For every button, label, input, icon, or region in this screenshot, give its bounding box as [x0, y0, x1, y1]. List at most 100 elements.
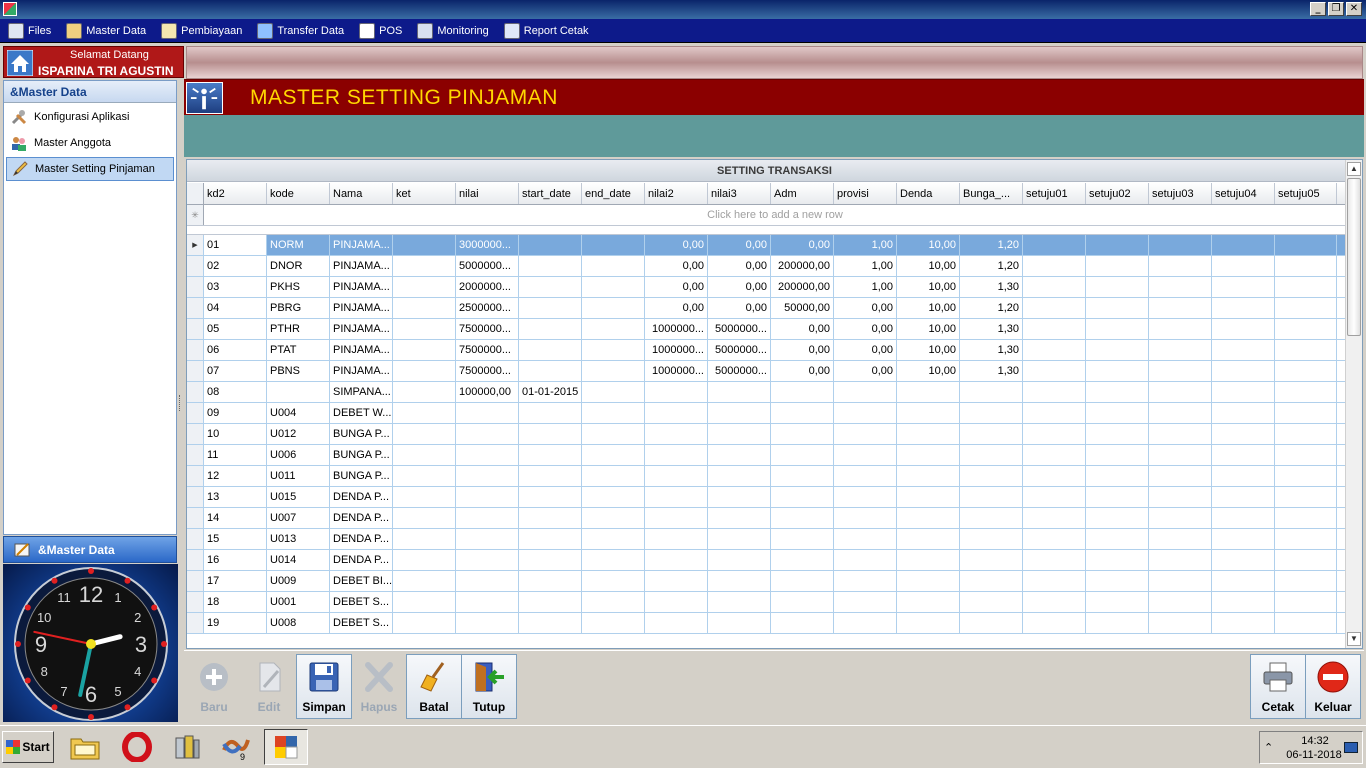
table-cell[interactable] [708, 529, 771, 549]
table-cell[interactable] [960, 571, 1023, 591]
table-cell[interactable] [771, 403, 834, 423]
row-header[interactable] [187, 382, 204, 402]
column-header[interactable]: nilai3 [708, 183, 771, 204]
table-cell[interactable]: 100000,00 [456, 382, 519, 402]
table-cell[interactable] [582, 340, 645, 360]
column-header[interactable]: provisi [834, 183, 897, 204]
table-cell[interactable] [1149, 277, 1212, 297]
column-header[interactable]: kode [267, 183, 330, 204]
table-cell[interactable] [897, 613, 960, 633]
row-header[interactable] [187, 571, 204, 591]
table-cell[interactable] [1149, 571, 1212, 591]
table-cell[interactable] [1086, 403, 1149, 423]
table-cell[interactable] [1149, 445, 1212, 465]
table-cell[interactable] [1275, 403, 1337, 423]
table-cell[interactable]: 0,00 [645, 298, 708, 318]
table-cell[interactable]: 0,00 [834, 361, 897, 381]
table-cell[interactable] [771, 592, 834, 612]
table-cell[interactable]: DENDA P... [330, 487, 393, 507]
table-cell[interactable]: 0,00 [708, 298, 771, 318]
table-cell[interactable] [582, 571, 645, 591]
table-cell[interactable]: DENDA P... [330, 529, 393, 549]
table-cell[interactable] [1023, 277, 1086, 297]
table-row[interactable]: 19 U008 DEBET S... [187, 613, 1347, 634]
simpan-button[interactable]: Simpan [296, 654, 352, 719]
table-cell[interactable] [645, 550, 708, 570]
table-row[interactable]: 03 PKHS PINJAMA... 2000000... 0,00 0,00 200000… [187, 277, 1347, 298]
table-cell[interactable] [582, 592, 645, 612]
table-cell[interactable]: 7500000... [456, 340, 519, 360]
table-cell[interactable]: 1000000... [645, 340, 708, 360]
row-header[interactable] [187, 466, 204, 486]
table-cell[interactable] [960, 424, 1023, 444]
table-cell[interactable] [708, 445, 771, 465]
table-cell[interactable]: 0,00 [771, 361, 834, 381]
table-cell[interactable]: 14 [204, 508, 267, 528]
menu-item-transfer-data[interactable]: Transfer Data [257, 22, 344, 39]
row-header[interactable] [187, 508, 204, 528]
table-cell[interactable] [1086, 613, 1149, 633]
table-cell[interactable] [708, 550, 771, 570]
table-row[interactable]: 12 U011 BUNGA P... [187, 466, 1347, 487]
table-cell[interactable]: PINJAMA... [330, 235, 393, 255]
table-cell[interactable] [834, 382, 897, 402]
table-cell[interactable] [1212, 256, 1275, 276]
table-cell[interactable] [1212, 466, 1275, 486]
table-cell[interactable] [393, 487, 456, 507]
table-cell[interactable] [645, 613, 708, 633]
table-cell[interactable] [519, 277, 582, 297]
table-cell[interactable] [1023, 529, 1086, 549]
table-cell[interactable] [1275, 613, 1337, 633]
table-cell[interactable] [1086, 424, 1149, 444]
table-cell[interactable] [519, 571, 582, 591]
table-cell[interactable]: U001 [267, 592, 330, 612]
table-cell[interactable] [771, 613, 834, 633]
row-header[interactable] [187, 403, 204, 423]
table-cell[interactable] [645, 508, 708, 528]
row-header[interactable] [187, 277, 204, 297]
table-cell[interactable] [771, 571, 834, 591]
table-cell[interactable]: 0,00 [645, 256, 708, 276]
row-header[interactable] [187, 298, 204, 318]
table-cell[interactable] [456, 424, 519, 444]
table-cell[interactable]: 10,00 [897, 361, 960, 381]
table-cell[interactable]: 1000000... [645, 319, 708, 339]
table-cell[interactable] [708, 508, 771, 528]
table-cell[interactable] [519, 340, 582, 360]
scroll-down-button[interactable]: ▼ [1347, 632, 1361, 646]
table-cell[interactable] [834, 529, 897, 549]
table-cell[interactable] [1212, 529, 1275, 549]
table-cell[interactable] [708, 571, 771, 591]
table-cell[interactable] [519, 613, 582, 633]
table-cell[interactable]: 10,00 [897, 256, 960, 276]
table-cell[interactable] [645, 466, 708, 486]
batal-button[interactable]: Batal [406, 654, 462, 719]
row-header[interactable] [187, 592, 204, 612]
table-cell[interactable]: 02 [204, 256, 267, 276]
table-cell[interactable] [519, 235, 582, 255]
table-cell[interactable]: 10,00 [897, 319, 960, 339]
column-header[interactable]: Adm [771, 183, 834, 204]
menu-item-pos[interactable]: POS [359, 22, 402, 39]
menu-item-monitoring[interactable]: Monitoring [417, 22, 489, 39]
table-cell[interactable] [897, 529, 960, 549]
table-cell[interactable] [1275, 487, 1337, 507]
table-cell[interactable] [897, 403, 960, 423]
table-cell[interactable] [519, 298, 582, 318]
table-cell[interactable] [645, 571, 708, 591]
table-cell[interactable]: 2500000... [456, 298, 519, 318]
table-cell[interactable] [456, 613, 519, 633]
table-cell[interactable]: 10,00 [897, 235, 960, 255]
table-cell[interactable] [1086, 235, 1149, 255]
table-cell[interactable] [582, 361, 645, 381]
menu-item-pembiayaan[interactable]: Pembiayaan [161, 22, 242, 39]
table-cell[interactable] [582, 424, 645, 444]
table-cell[interactable] [897, 466, 960, 486]
table-cell[interactable] [1275, 235, 1337, 255]
table-cell[interactable] [897, 445, 960, 465]
table-cell[interactable] [834, 403, 897, 423]
table-cell[interactable] [1212, 424, 1275, 444]
column-header[interactable]: nilai [456, 183, 519, 204]
table-cell[interactable] [1275, 256, 1337, 276]
table-cell[interactable] [582, 403, 645, 423]
